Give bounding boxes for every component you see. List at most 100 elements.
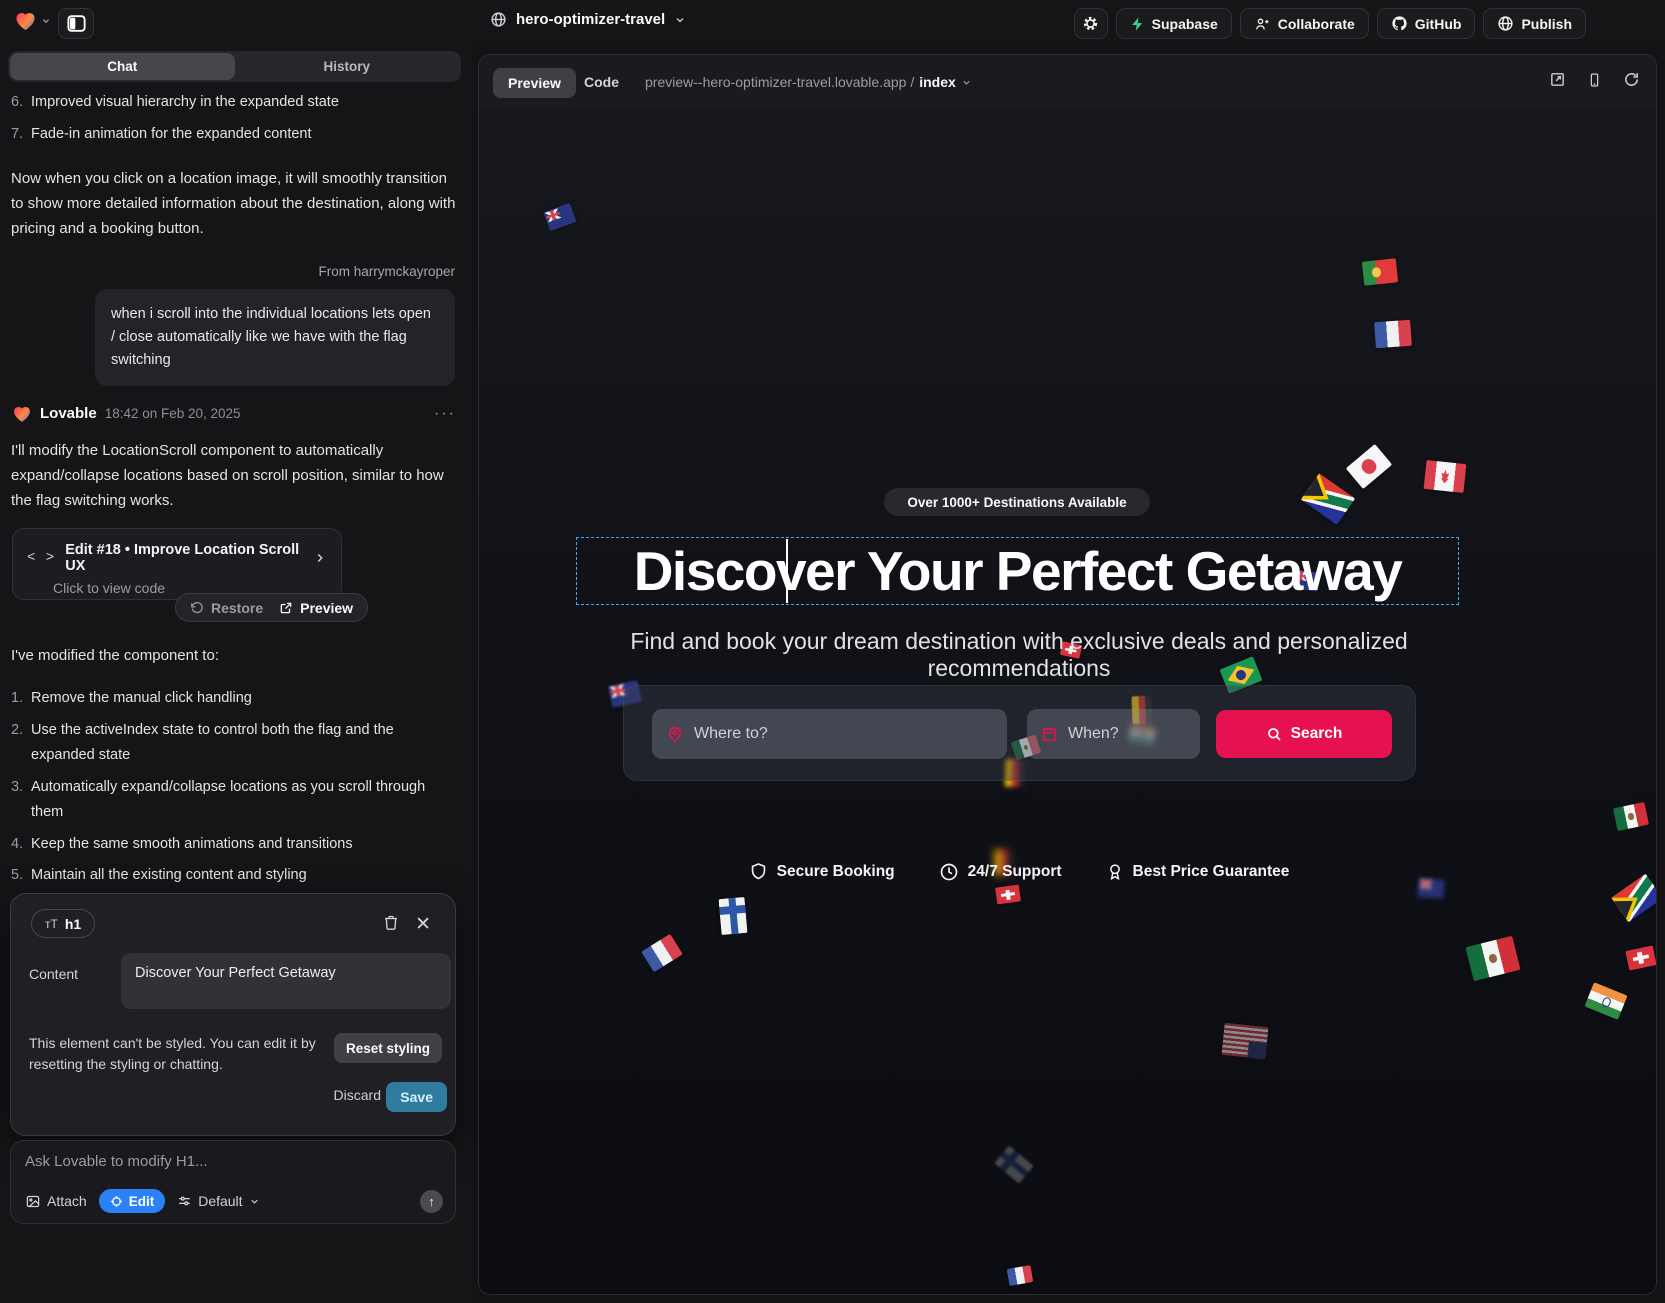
where-to-field[interactable] xyxy=(652,709,1007,759)
collaborate-button[interactable]: Collaborate xyxy=(1240,8,1369,39)
reset-styling-button[interactable]: Reset styling xyxy=(334,1033,442,1063)
tab-preview[interactable]: Preview xyxy=(493,68,576,98)
search-button[interactable]: Search xyxy=(1216,710,1392,758)
flag-za-icon xyxy=(1301,473,1355,524)
chat-input-box: Attach Edit Default ↑ xyxy=(10,1140,456,1224)
sliders-icon xyxy=(177,1194,192,1208)
text-caret xyxy=(786,539,788,603)
model-default-selector[interactable]: Default xyxy=(177,1193,259,1209)
assistant-message-header: Lovable 18:42 on Feb 20, 2025 ··· xyxy=(12,404,456,423)
topbar-actions: Supabase Collaborate GitHub Publish xyxy=(1074,8,1586,39)
preview-viewport: Over 1000+ Destinations Available Discov… xyxy=(479,109,1656,1294)
tab-history[interactable]: History xyxy=(235,53,460,80)
chat-sidebar: Chat History 6.Improved visual hierarchy… xyxy=(0,46,472,1303)
supabase-button[interactable]: Supabase xyxy=(1116,8,1232,39)
feature-highlights: Secure Booking 24/7 Support Best Price G… xyxy=(709,861,1329,882)
chat-prompt-input[interactable] xyxy=(25,1153,425,1170)
preview-toolbar: Preview Code preview--hero-optimizer-tra… xyxy=(479,55,1656,109)
supabase-bolt-icon xyxy=(1130,16,1145,32)
list-item: 3.Automatically expand/collapse location… xyxy=(0,775,456,826)
flag-japan-icon xyxy=(1346,444,1392,489)
github-button[interactable]: GitHub xyxy=(1377,8,1476,39)
send-button[interactable]: ↑ xyxy=(420,1190,443,1213)
preview-url[interactable]: preview--hero-optimizer-travel.lovable.a… xyxy=(645,74,972,90)
assistant-list-top: 6.Improved visual hierarchy in the expan… xyxy=(0,90,456,153)
feature-secure-booking: Secure Booking xyxy=(749,861,895,882)
flag-mexico-icon xyxy=(1465,936,1520,982)
refresh-button[interactable] xyxy=(1623,71,1640,89)
from-user-label: From harrymckayroper xyxy=(318,264,455,279)
message-timestamp: 18:42 on Feb 20, 2025 xyxy=(105,406,241,421)
delete-element-button[interactable] xyxy=(383,914,399,931)
search-icon xyxy=(1266,726,1282,742)
list-item: 6.Improved visual hierarchy in the expan… xyxy=(0,90,456,116)
hero-heading[interactable]: Discover Your Perfect Getaway xyxy=(576,539,1459,603)
flag-za-icon xyxy=(1611,874,1656,923)
list-item: 4.Keep the same smooth animations and tr… xyxy=(0,832,456,858)
lovable-heart-icon xyxy=(14,10,37,31)
github-label: GitHub xyxy=(1415,16,1462,32)
edit-card-title: Edit #18 • Improve Location Scroll UX xyxy=(65,542,303,574)
flag-canada-icon xyxy=(1424,460,1467,493)
sidebar-toggle-button[interactable] xyxy=(58,8,94,39)
assistant-paragraph: I've modified the component to: xyxy=(11,643,456,668)
feature-best-price: Best Price Guarantee xyxy=(1106,861,1290,882)
clock-icon xyxy=(939,862,959,882)
feature-support: 24/7 Support xyxy=(939,861,1062,882)
tab-chat[interactable]: Chat xyxy=(10,53,235,80)
edit-mode-button[interactable]: Edit xyxy=(99,1189,166,1213)
chevron-down-icon xyxy=(674,14,686,26)
content-field-label: Content xyxy=(29,966,78,982)
flag-france-icon xyxy=(1374,320,1412,348)
when-input[interactable] xyxy=(1068,725,1186,743)
flag-switzerland-icon xyxy=(995,884,1021,904)
discard-button[interactable]: Discard xyxy=(334,1087,381,1103)
type-icon: тT xyxy=(45,917,58,931)
chevron-down-icon xyxy=(961,77,972,88)
message-menu-button[interactable]: ··· xyxy=(434,405,456,423)
publish-button[interactable]: Publish xyxy=(1483,8,1586,39)
save-button[interactable]: Save xyxy=(386,1082,447,1112)
code-icon: < > xyxy=(27,550,55,566)
attach-button[interactable]: Attach xyxy=(25,1193,87,1209)
shield-icon xyxy=(749,861,768,882)
flag-finland-icon xyxy=(718,897,747,935)
chevron-down-icon xyxy=(249,1196,260,1207)
sidebar-tabs: Chat History xyxy=(8,51,461,82)
lovable-logo-menu[interactable] xyxy=(14,10,51,31)
assistant-name: Lovable xyxy=(40,405,97,422)
assistant-paragraph: I'll modify the LocationScroll component… xyxy=(11,438,456,513)
settings-button[interactable] xyxy=(1074,8,1108,39)
flag-mexico-icon xyxy=(1613,802,1649,831)
supabase-label: Supabase xyxy=(1152,16,1218,32)
people-icon xyxy=(1254,16,1271,32)
list-item: 5.Maintain all the existing content and … xyxy=(0,863,456,889)
when-field[interactable] xyxy=(1027,709,1200,759)
restore-button[interactable]: Restore xyxy=(190,600,263,616)
close-panel-button[interactable]: ✕ xyxy=(415,913,431,936)
tab-code[interactable]: Code xyxy=(584,74,619,90)
hero-subtitle: Find and book your dream destination wit… xyxy=(589,628,1449,682)
open-in-new-tab-button[interactable] xyxy=(1549,71,1566,89)
element-tag-pill[interactable]: тT h1 xyxy=(31,909,95,938)
flag-portugal-icon xyxy=(1362,258,1398,285)
flag-india-icon xyxy=(1584,982,1627,1020)
assistant-paragraph: Now when you click on a location image, … xyxy=(11,166,456,241)
project-name: hero-optimizer-travel xyxy=(516,11,665,28)
content-textarea[interactable]: Discover Your Perfect Getaway xyxy=(121,953,451,1009)
list-item: 2.Use the activeIndex state to control b… xyxy=(0,718,456,769)
project-switcher[interactable]: hero-optimizer-travel xyxy=(490,11,686,28)
lovable-heart-icon xyxy=(12,404,32,423)
preview-controls xyxy=(1549,71,1640,89)
location-pin-icon xyxy=(666,724,684,744)
external-link-icon xyxy=(279,601,293,615)
panel-left-icon xyxy=(67,15,86,32)
preview-version-button[interactable]: Preview xyxy=(279,600,353,616)
edit-version-card[interactable]: < > Edit #18 • Improve Location Scroll U… xyxy=(12,528,342,600)
user-message-bubble: when i scroll into the individual locati… xyxy=(95,289,455,386)
top-bar: hero-optimizer-travel Supabase Collabora… xyxy=(0,0,1665,46)
mobile-view-button[interactable] xyxy=(1587,71,1602,89)
where-to-input[interactable] xyxy=(694,725,993,743)
target-icon xyxy=(110,1195,123,1208)
flag-switzerland-icon xyxy=(1625,945,1656,970)
